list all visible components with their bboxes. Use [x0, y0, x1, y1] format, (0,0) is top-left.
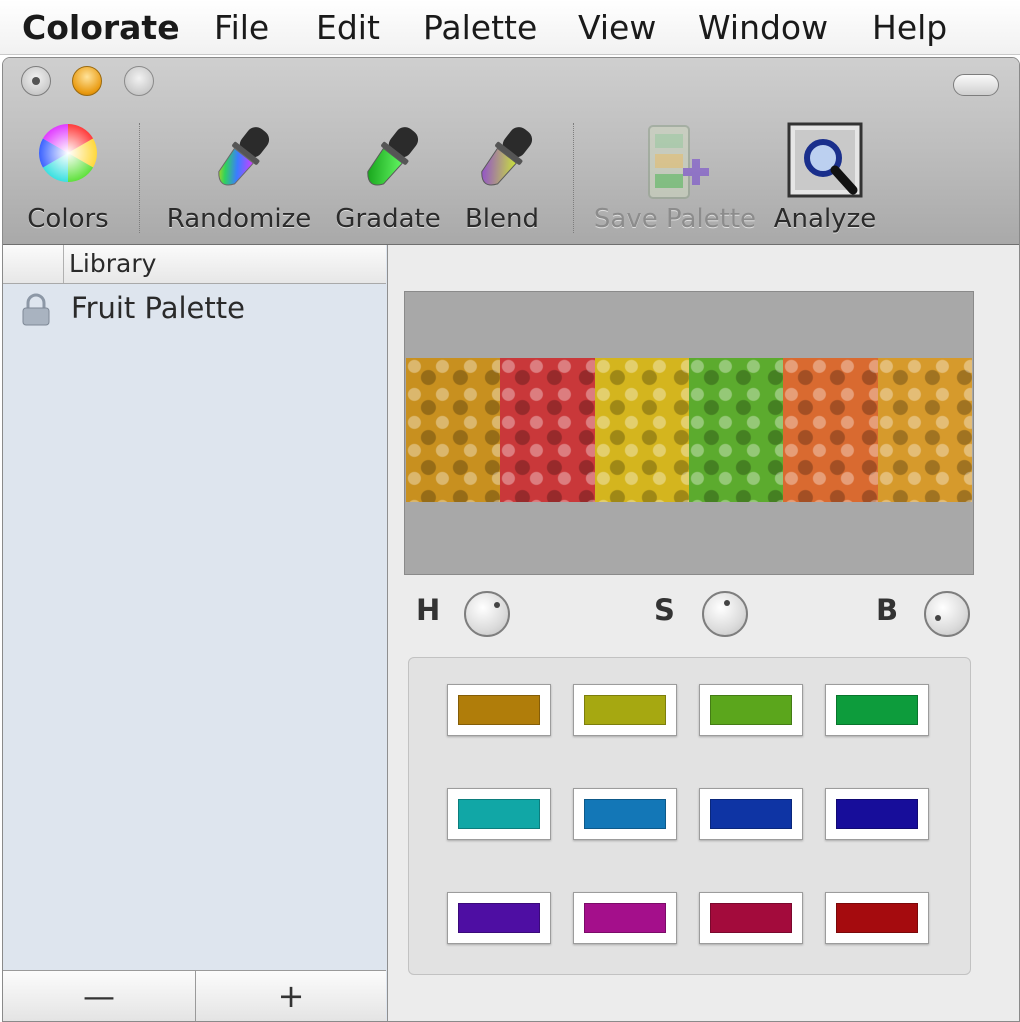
minimize-window-button[interactable]	[72, 66, 102, 96]
blend-button[interactable]: Blend	[455, 118, 549, 238]
brightness-label: B	[876, 593, 899, 627]
fruit-image-segment	[500, 358, 595, 502]
menu-help[interactable]: Help	[872, 8, 947, 47]
swatch-color-fill	[710, 903, 792, 933]
library-sidebar: Library Fruit Palette — +	[3, 245, 388, 1021]
save-palette-icon	[635, 122, 715, 206]
save-palette-button[interactable]: Save Palette	[591, 118, 759, 238]
sidebar-item-fruit-palette[interactable]: Fruit Palette	[3, 285, 386, 333]
fruit-image-segment	[877, 358, 972, 502]
hue-label: H	[416, 593, 441, 627]
rainbow-dropper-icon	[197, 122, 281, 206]
swatch-color-fill	[710, 799, 792, 829]
color-wheel-icon	[37, 122, 99, 188]
color-swatch[interactable]	[699, 788, 803, 840]
menu-palette[interactable]: Palette	[423, 8, 537, 47]
swatch-color-fill	[836, 903, 918, 933]
color-swatch[interactable]	[573, 788, 677, 840]
menu-file[interactable]: File	[214, 8, 269, 47]
color-swatch[interactable]	[573, 892, 677, 944]
color-swatch[interactable]	[825, 892, 929, 944]
close-window-button[interactable]	[21, 66, 51, 96]
sidebar-item-label: Fruit Palette	[71, 291, 245, 325]
menu-bar: Colorate File Edit Palette View Window H…	[0, 0, 1020, 55]
toolbar-separator	[573, 123, 574, 233]
color-swatch[interactable]	[825, 684, 929, 736]
toolbar: Colors Randomize Gradate Blend Save Pale…	[3, 58, 1019, 245]
saturation-knob[interactable]	[702, 591, 748, 637]
app-window: Colors Randomize Gradate Blend Save Pale…	[2, 57, 1020, 1022]
analyze-button[interactable]: Analyze	[771, 118, 879, 238]
saturation-label: S	[654, 593, 675, 627]
library-header[interactable]: Library	[3, 245, 386, 284]
fruit-image-segment	[594, 358, 689, 502]
swatch-color-fill	[710, 695, 792, 725]
swatch-color-fill	[836, 799, 918, 829]
color-swatch[interactable]	[447, 788, 551, 840]
swatch-color-fill	[458, 799, 540, 829]
purple-dropper-icon	[460, 122, 544, 206]
colors-button[interactable]: Colors	[13, 118, 123, 238]
remove-palette-button[interactable]: —	[3, 971, 196, 1021]
swatch-grid	[408, 657, 971, 975]
zoom-window-button[interactable]	[124, 66, 154, 96]
swatch-color-fill	[458, 695, 540, 725]
add-palette-button[interactable]: +	[196, 971, 386, 1021]
color-swatch[interactable]	[573, 684, 677, 736]
toolbar-separator	[139, 123, 140, 233]
color-swatch[interactable]	[447, 892, 551, 944]
magnifier-icon	[785, 122, 865, 206]
swatch-color-fill	[584, 695, 666, 725]
lock-icon	[19, 293, 53, 331]
randomize-label: Randomize	[166, 204, 312, 234]
swatch-color-fill	[458, 903, 540, 933]
swatch-color-fill	[584, 903, 666, 933]
toolbar-toggle-button[interactable]	[953, 74, 999, 96]
sidebar-footer: — +	[3, 970, 386, 1021]
hue-knob[interactable]	[464, 591, 510, 637]
header-divider	[63, 245, 64, 283]
fruit-image-segment	[688, 358, 784, 502]
color-swatch[interactable]	[825, 788, 929, 840]
swatch-color-fill	[584, 799, 666, 829]
menu-app-name[interactable]: Colorate	[22, 8, 180, 47]
gradate-label: Gradate	[335, 204, 441, 234]
green-dropper-icon	[346, 122, 430, 206]
color-swatch[interactable]	[699, 892, 803, 944]
library-header-label: Library	[69, 249, 157, 278]
color-swatch[interactable]	[699, 684, 803, 736]
fruit-image-segment	[783, 358, 878, 502]
fruit-image-segment	[406, 358, 501, 502]
randomize-button[interactable]: Randomize	[161, 118, 317, 238]
brightness-knob[interactable]	[924, 591, 970, 637]
menu-edit[interactable]: Edit	[316, 8, 380, 47]
colors-label: Colors	[27, 204, 109, 234]
menu-view[interactable]: View	[578, 8, 656, 47]
color-swatch[interactable]	[447, 684, 551, 736]
blend-label: Blend	[464, 204, 540, 234]
swatch-color-fill	[836, 695, 918, 725]
gradate-button[interactable]: Gradate	[333, 118, 443, 238]
fruit-image	[406, 358, 972, 502]
menu-window[interactable]: Window	[698, 8, 828, 47]
analyze-label: Analyze	[773, 204, 877, 234]
save-palette-label: Save Palette	[593, 204, 757, 234]
palette-editor: H S B	[388, 245, 1019, 1021]
